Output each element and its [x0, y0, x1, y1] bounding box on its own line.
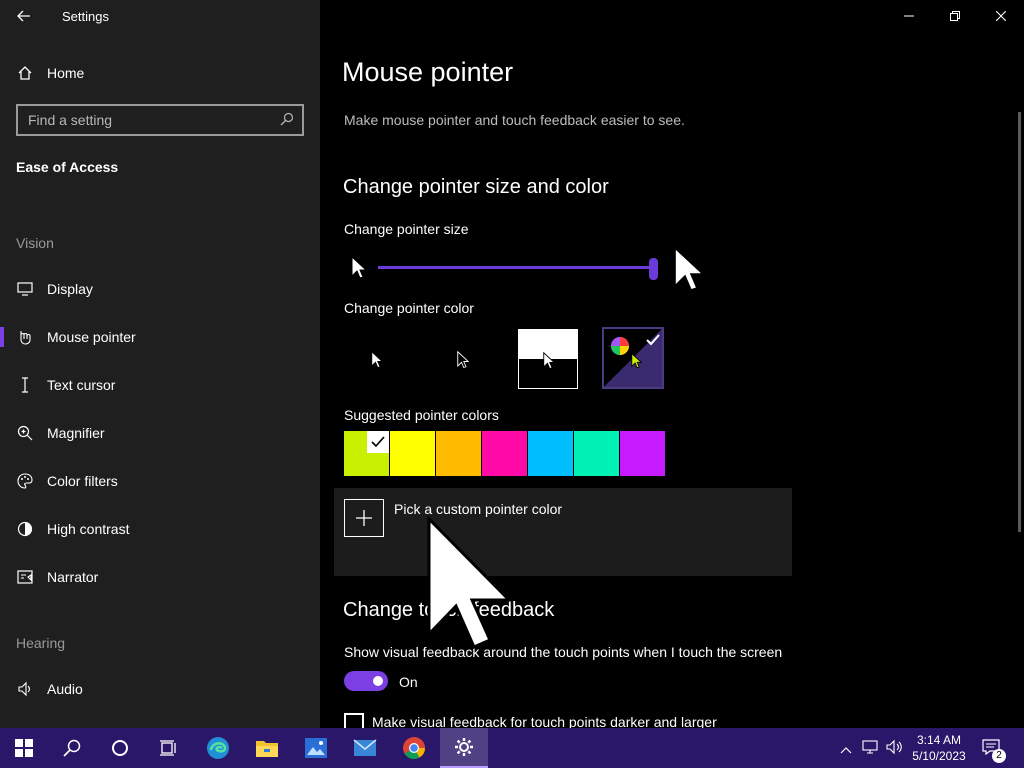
sidebar-item-high-contrast[interactable]: High contrast	[0, 509, 320, 549]
monitor-icon	[16, 280, 34, 298]
mouse-pointer-icon	[16, 328, 34, 346]
magnifier-icon	[16, 424, 34, 442]
slider-track	[378, 266, 654, 269]
vision-heading: Vision	[16, 235, 54, 251]
start-icon[interactable]	[0, 728, 48, 768]
slider-thumb[interactable]	[649, 258, 658, 280]
sidebar-item-label: Narrator	[47, 569, 99, 585]
sidebar-item-magnifier[interactable]: Magnifier	[0, 413, 320, 453]
color-swatch-0[interactable]	[344, 431, 389, 476]
pointer-size-slider[interactable]	[378, 258, 660, 280]
color-filters-icon	[16, 472, 34, 490]
section-heading-pointer: Change pointer size and color	[343, 176, 609, 198]
cortana-icon[interactable]	[96, 728, 144, 768]
close-icon[interactable]	[978, 0, 1024, 32]
checkmark-icon	[646, 333, 660, 351]
restore-icon[interactable]	[932, 0, 978, 32]
sidebar-item-label: Magnifier	[47, 425, 105, 441]
clock-date[interactable]: 5/10/2023	[912, 749, 966, 763]
window-title: Settings	[62, 9, 109, 24]
sidebar-item-home[interactable]: Home	[0, 53, 320, 93]
touch-feedback-label: Show visual feedback around the touch po…	[344, 644, 783, 660]
sidebar-item-label: Home	[47, 65, 85, 81]
pointer-size-label: Change pointer size	[344, 221, 469, 237]
sidebar: Settings Home Ease of Access Vision Disp…	[0, 0, 320, 728]
file-explorer-icon[interactable]	[243, 728, 291, 768]
large-mouse-pointer-icon	[426, 515, 513, 657]
category-heading: Ease of Access	[16, 159, 119, 175]
chrome-icon[interactable]	[390, 728, 438, 768]
sidebar-item-label: High contrast	[47, 521, 130, 537]
chevron-up-icon[interactable]	[840, 741, 852, 759]
sidebar-item-text-cursor[interactable]: Text cursor	[0, 365, 320, 405]
sidebar-item-narrator[interactable]: Narrator	[0, 557, 320, 597]
touch-feedback-toggle[interactable]	[344, 671, 388, 691]
sidebar-item-label: Color filters	[47, 473, 118, 489]
color-swatch-4[interactable]	[528, 431, 573, 476]
custom-color-button[interactable]: Pick a custom pointer color	[334, 488, 792, 576]
sidebar-item-label: Mouse pointer	[47, 329, 136, 345]
color-swatch-3[interactable]	[482, 431, 527, 476]
pointer-color-inverted[interactable]	[518, 329, 578, 389]
clock-time[interactable]: 3:14 AM	[912, 732, 966, 748]
scrollbar[interactable]	[1018, 112, 1021, 532]
mail-icon[interactable]	[341, 728, 389, 768]
toggle-state-label: On	[399, 674, 418, 690]
sidebar-item-label: Text cursor	[47, 377, 116, 393]
custom-color-label: Pick a custom pointer color	[394, 501, 563, 517]
search-icon[interactable]	[48, 728, 96, 768]
swatch-check-box	[367, 431, 389, 453]
edge-icon[interactable]	[194, 728, 242, 768]
search-input[interactable]	[18, 106, 268, 134]
taskbar: 3:14 AM 5/10/2023 2	[0, 728, 1024, 768]
sidebar-item-display[interactable]: Display	[0, 269, 320, 309]
sidebar-item-audio[interactable]: Audio	[0, 669, 320, 709]
suggested-colors-label: Suggested pointer colors	[344, 407, 499, 423]
audio-icon	[16, 680, 34, 698]
settings-icon[interactable]	[440, 728, 488, 768]
color-swatch-2[interactable]	[436, 431, 481, 476]
home-icon	[16, 64, 34, 82]
toggle-knob	[373, 676, 383, 686]
pointer-color-black[interactable]	[432, 327, 494, 389]
plus-icon	[344, 499, 384, 537]
sidebar-item-color-filters[interactable]: Color filters	[0, 461, 320, 501]
network-icon[interactable]	[862, 739, 880, 760]
pointer-color-label: Change pointer color	[344, 300, 474, 316]
photos-icon[interactable]	[292, 728, 340, 768]
color-swatch-1[interactable]	[390, 431, 435, 476]
task-view-icon[interactable]	[144, 728, 192, 768]
search-box	[16, 104, 304, 136]
sidebar-item-mouse-pointer[interactable]: Mouse pointer	[0, 317, 320, 357]
page-description: Make mouse pointer and touch feedback ea…	[344, 112, 685, 128]
color-swatch-6[interactable]	[620, 431, 665, 476]
text-cursor-icon	[16, 376, 34, 394]
narrator-icon	[16, 568, 34, 586]
sidebar-item-label: Display	[47, 281, 93, 297]
search-icon[interactable]	[280, 112, 294, 131]
minimize-icon[interactable]	[886, 0, 932, 32]
large-pointer-icon	[673, 246, 706, 299]
small-pointer-icon	[351, 255, 368, 285]
back-arrow-icon[interactable]	[10, 4, 38, 28]
page-title: Mouse pointer	[342, 57, 514, 87]
notification-badge: 2	[992, 749, 1006, 763]
high-contrast-icon	[16, 520, 34, 538]
hearing-heading: Hearing	[16, 635, 66, 651]
pointer-color-custom[interactable]	[602, 327, 664, 389]
volume-icon[interactable]	[886, 739, 904, 760]
pointer-color-white[interactable]	[346, 327, 408, 389]
color-swatch-5[interactable]	[574, 431, 619, 476]
sidebar-item-label: Audio	[47, 681, 83, 697]
